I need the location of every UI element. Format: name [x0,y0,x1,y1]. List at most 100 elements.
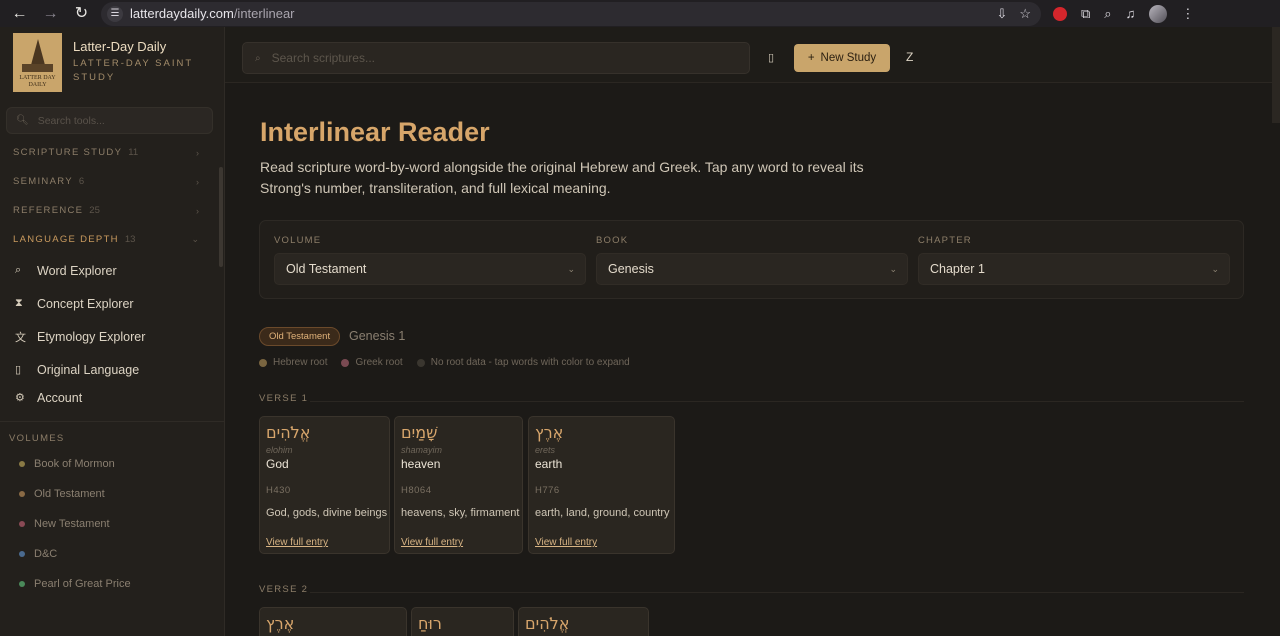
volume-color-dot [19,551,25,557]
bookmark-icon[interactable]: ▯ [768,51,774,64]
volume-selector: VOLUME Old Testament ⌄ [274,235,586,285]
url-path: /interlinear [233,6,295,21]
volume-pearl-of-great-price[interactable]: Pearl of Great Price [0,569,224,599]
view-full-entry-link[interactable]: View full entry [535,537,597,548]
root-legend: Hebrew root Greek root No root data - ta… [259,357,630,368]
chevron-right-icon: › [196,205,199,216]
new-study-button[interactable]: + New Study [794,44,890,72]
chevron-down-icon: ⌄ [567,263,575,274]
extension-shield-icon[interactable] [1053,6,1067,21]
hebrew-word: אֶרֶץ [535,423,564,442]
scripture-search-input[interactable] [271,51,712,65]
volume-color-dot [19,461,25,467]
book-icon: ▯ [15,364,22,376]
category-seminary[interactable]: SEMINARY 6 › [0,167,224,196]
word-card[interactable]: אֶרֶץ [259,607,407,636]
category-language-depth[interactable]: LANGUAGE DEPTH 13 ⌄ [0,225,224,254]
hebrew-word: רוּחַ [418,614,442,633]
book-selector: BOOK Genesis ⌄ [596,235,908,285]
install-app-icon[interactable]: ⇩ [996,6,1007,22]
volume-old-testament[interactable]: Old Testament [0,479,224,509]
brand[interactable]: LATTER DAY DAILY Latter-Day Daily LATTER… [0,27,224,97]
legend-greek-root: Greek root [341,357,403,368]
profile-avatar[interactable] [1149,4,1168,23]
hebrew-word: אֱלֹהִים [266,423,311,442]
chevron-right-icon: › [196,147,199,158]
definitions: God, gods, divine beings [266,507,388,519]
chevron-down-icon: ⌄ [191,234,199,244]
verse-divider [310,592,1244,593]
brand-title: Latter-Day Daily [73,39,167,54]
back-icon[interactable]: ← [4,0,35,27]
sidebar-item-word-explorer[interactable]: ⌕ Word Explorer [0,254,224,287]
address-bar[interactable]: ☰ latterdaydaily.com/interlinear ⇩ ☆ [101,1,1041,26]
volume-label: VOLUME [274,235,322,246]
chevron-down-icon: ⌄ [1211,263,1219,274]
browser-menu-icon[interactable]: ⋮ [1181,6,1194,22]
volumes-heading: VOLUMES [9,433,65,444]
hebrew-word: אֶרֶץ [266,614,295,633]
volume-dc[interactable]: D&C [0,539,224,569]
definitions: earth, land, ground, country [535,507,670,519]
book-label: BOOK [596,235,629,246]
bookmark-star-icon[interactable]: ☆ [1019,6,1031,22]
chapter-selector: CHAPTER Chapter 1 ⌄ [918,235,1230,285]
word-card[interactable]: רוּחַ [411,607,514,636]
sidebar: LATTER DAY DAILY Latter-Day Daily LATTER… [0,27,225,636]
word-card[interactable]: אֱלֹהִים [518,607,649,636]
category-scripture-study[interactable]: SCRIPTURE STUDY 11 › [0,138,224,167]
search-icon: ⌕ [255,52,261,64]
sidebar-divider [0,421,224,422]
hebrew-word: שָׁמַיִם [401,423,438,442]
category-reference[interactable]: REFERENCE 25 › [0,196,224,225]
page-title: Interlinear Reader [260,117,490,147]
user-avatar[interactable]: Z [906,50,913,64]
scripture-search-field[interactable]: ⌕ [242,42,750,74]
site-info-icon[interactable]: ☰ [107,5,123,22]
sidebar-item-etymology-explorer[interactable]: 文 Etymology Explorer [0,320,224,353]
english-gloss: earth [535,457,563,471]
plus-icon: + [807,52,815,64]
volume-book-of-mormon[interactable]: Book of Mormon [0,449,224,479]
chapter-select[interactable]: Chapter 1 ⌄ [918,253,1230,285]
search-tab-icon[interactable]: ⌕ [1104,6,1111,22]
legend-hebrew-root: Hebrew root [259,357,327,368]
word-card[interactable]: שָׁמַיִם shamayim heaven H8064 heavens, … [394,416,523,554]
media-controls-icon[interactable]: ♫ [1126,6,1136,21]
volume-new-testament[interactable]: New Testament [0,509,224,539]
sidebar-scrollbar[interactable] [219,167,223,267]
chapter-heading: Genesis 1 [349,329,406,343]
view-full-entry-link[interactable]: View full entry [266,537,328,548]
gear-icon: ⚙ [15,392,25,404]
strongs-number: H430 [266,485,291,496]
extensions-area: ⧉ ⌕ ♫ ⋮ [1053,4,1194,23]
forward-icon[interactable]: → [35,0,66,27]
strongs-number: H776 [535,485,560,496]
sidebar-item-concept-explorer[interactable]: ⧗ Concept Explorer [0,287,224,320]
extensions-puzzle-icon[interactable]: ⧉ [1081,6,1090,22]
book-select[interactable]: Genesis ⌄ [596,253,908,285]
volume-badge[interactable]: Old Testament [259,327,341,346]
url-host: latterdaydaily.com [130,6,234,21]
reload-icon[interactable]: ↻ [66,0,97,27]
volume-select[interactable]: Old Testament ⌄ [274,253,586,285]
sidebar-item-original-language[interactable]: ▯ Original Language [0,353,224,386]
strongs-number: H8064 [401,485,432,496]
brand-subtitle: LATTER-DAY SAINT STUDY [73,58,193,83]
main-scrollbar[interactable] [1272,27,1280,123]
volume-color-dot [19,491,25,497]
definitions: heavens, sky, firmament [401,507,520,519]
tool-search-input[interactable] [37,114,208,127]
hebrew-word: אֱלֹהִים [525,614,570,633]
word-card[interactable]: אֶרֶץ erets earth H776 earth, land, grou… [528,416,675,554]
chevron-right-icon: › [196,176,199,187]
english-gloss: God [266,457,289,471]
top-bar: ⌕ ▯ + New Study Z [225,27,1280,83]
word-card[interactable]: אֱלֹהִים elohim God H430 God, gods, divi… [259,416,390,554]
tool-search-field[interactable]: 🔍︎ [6,107,213,134]
view-full-entry-link[interactable]: View full entry [401,537,463,548]
sidebar-item-account[interactable]: ⚙ Account [0,386,224,409]
chapter-label: CHAPTER [918,235,972,246]
search-icon: 🔍︎ [16,115,29,126]
search-icon: ⌕ [15,264,22,276]
